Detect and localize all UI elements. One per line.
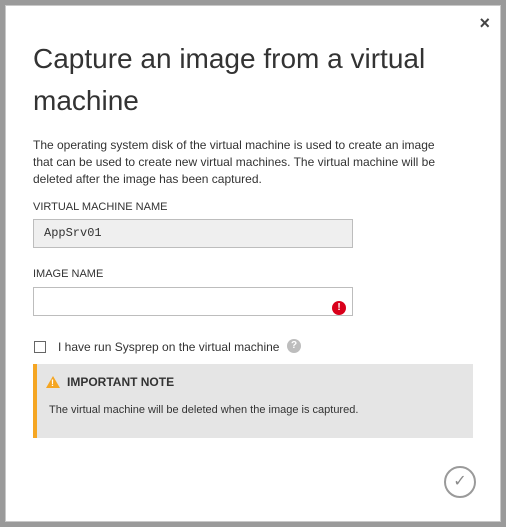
vm-name-label: VIRTUAL MACHINE NAME — [33, 201, 168, 213]
confirm-check-button[interactable]: ✓ — [444, 466, 476, 498]
vm-name-field: AppSrv01 — [33, 219, 353, 248]
sysprep-label[interactable]: I have run Sysprep on the virtual machin… — [58, 340, 279, 354]
capture-image-dialog: × Capture an image from a virtual machin… — [5, 5, 501, 522]
note-body: The virtual machine will be deleted when… — [49, 404, 359, 416]
warning-icon: ! — [46, 376, 60, 388]
image-name-input[interactable] — [33, 287, 353, 316]
close-icon[interactable]: × — [479, 14, 490, 32]
image-name-label: IMAGE NAME — [33, 268, 104, 280]
dialog-description: The operating system disk of the virtual… — [33, 138, 435, 186]
error-icon: ! — [332, 301, 346, 315]
important-note-box: ! IMPORTANT NOTE The virtual machine wil… — [33, 364, 473, 438]
sysprep-checkbox[interactable] — [34, 341, 46, 353]
dialog-title: Capture an image from a virtual machine — [33, 43, 426, 116]
note-title: IMPORTANT NOTE — [67, 375, 175, 389]
help-icon[interactable]: ? — [287, 339, 301, 353]
